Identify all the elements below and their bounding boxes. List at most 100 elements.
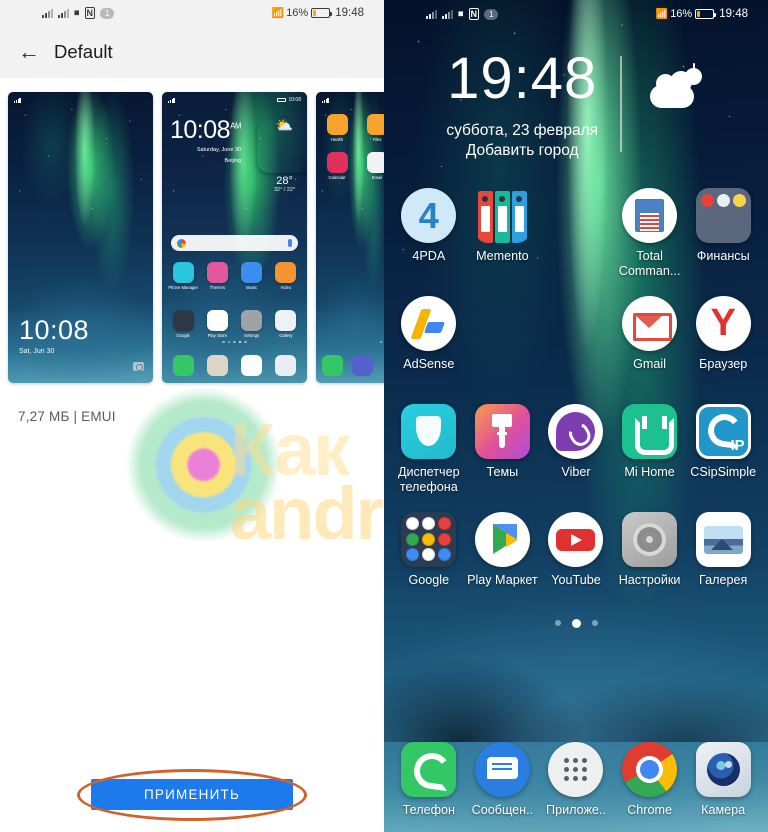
signal-icon bbox=[14, 97, 21, 103]
folder-google[interactable]: Google bbox=[392, 512, 466, 608]
app-memento[interactable]: Memento bbox=[466, 188, 540, 284]
app-label: Files bbox=[372, 137, 382, 142]
app-4pda[interactable]: 4PDA bbox=[392, 188, 466, 284]
app-row: AdSense Gmail Браузер bbox=[392, 296, 760, 392]
preview-app[interactable]: Files bbox=[363, 114, 384, 142]
preview-app[interactable]: Gallery bbox=[271, 310, 301, 338]
preview-dock-icon[interactable] bbox=[172, 355, 194, 376]
app-mi-home[interactable]: Mi Home bbox=[613, 404, 687, 500]
app-yandex-browser[interactable]: Браузер bbox=[686, 296, 760, 392]
preview-dock-icon[interactable] bbox=[206, 355, 228, 376]
apply-button[interactable]: ПРИМЕНИТЬ bbox=[91, 779, 293, 810]
app-label: Браузер bbox=[699, 357, 748, 371]
app-settings[interactable]: Настройки bbox=[613, 512, 687, 608]
app-icon bbox=[172, 310, 194, 331]
app-adsense[interactable]: AdSense bbox=[392, 296, 466, 392]
page-dot[interactable] bbox=[554, 620, 561, 626]
app-icon bbox=[548, 512, 604, 567]
app-csipsimple[interactable]: CSipSimple bbox=[686, 404, 760, 500]
app-icon bbox=[548, 741, 604, 797]
preview-time: 10:08 bbox=[170, 116, 231, 144]
home-screen-panel: ⏹︎ N 1 📶 16% 19:48 19:48 суббота, 23 фев… bbox=[384, 0, 768, 832]
thumbnail-lockscreen[interactable]: 10:08 Sat, Jun 30 bbox=[8, 92, 153, 383]
app-label: Email bbox=[371, 175, 383, 180]
app-icon bbox=[366, 114, 384, 135]
preview-app[interactable]: Music bbox=[237, 262, 267, 290]
thumbnail-homescreen[interactable]: 10:08 10:08AM Saturday, June 30 Beijing bbox=[162, 92, 307, 383]
preview-secondary-apps: Health Files Calendar Email bbox=[323, 114, 384, 180]
preview-app[interactable]: Themes bbox=[202, 262, 232, 290]
preview-app[interactable]: Google bbox=[168, 310, 198, 338]
page-dot[interactable] bbox=[591, 620, 598, 626]
app-label: Темы bbox=[486, 465, 519, 479]
app-icon bbox=[275, 310, 297, 331]
app-label: AdSense bbox=[403, 357, 455, 371]
signal-icon bbox=[426, 9, 437, 19]
app-icon bbox=[548, 404, 604, 459]
app-icon bbox=[622, 741, 678, 797]
app-phone-manager[interactable]: Диспетчер телефона bbox=[392, 404, 466, 500]
app-icon bbox=[622, 404, 678, 459]
preview-app-grid-row2: Google Play Store Settings Gallery bbox=[168, 310, 301, 338]
signal-icon-2 bbox=[58, 8, 69, 18]
preview-dock-icon[interactable] bbox=[241, 355, 263, 376]
preview-search-bar[interactable] bbox=[171, 235, 298, 251]
app-label: 4PDA bbox=[412, 249, 446, 263]
app-gallery[interactable]: Галерея bbox=[686, 512, 760, 608]
add-city-label[interactable]: Добавить город bbox=[446, 142, 598, 160]
dock-chrome[interactable]: Chrome bbox=[613, 741, 687, 818]
preview-app[interactable]: Video bbox=[271, 262, 301, 290]
partly-cloudy-icon: ⛅ bbox=[257, 118, 307, 173]
preview-dock-icon[interactable] bbox=[322, 355, 343, 376]
preview-dock-icon[interactable] bbox=[352, 355, 373, 376]
app-label: Memento bbox=[476, 249, 529, 263]
preview-app[interactable]: Phone Manager bbox=[168, 262, 198, 290]
folder-finance[interactable]: Финансы bbox=[686, 188, 760, 284]
preview-app[interactable]: Settings bbox=[237, 310, 267, 338]
dock: Телефон Сообщен.. Приложе.. Chrome Камера bbox=[392, 741, 760, 818]
clock-widget[interactable]: 19:48 суббота, 23 февраля Добавить город bbox=[384, 50, 768, 160]
preview-app[interactable]: Health bbox=[323, 114, 351, 142]
app-icon bbox=[172, 262, 194, 283]
app-icon bbox=[622, 296, 678, 351]
nfc-icon: N bbox=[468, 8, 479, 20]
battery-icon bbox=[277, 97, 287, 103]
thumbnail-secondary-page[interactable]: Health Files Calendar Email bbox=[316, 92, 384, 383]
app-grid: 4PDA Memento Total Comman... Финансы AdSense… bbox=[384, 188, 768, 608]
left-header: ← Default bbox=[0, 26, 384, 78]
dock-app-drawer[interactable]: Приложе.. bbox=[539, 741, 613, 818]
battery-icon bbox=[695, 9, 717, 19]
app-youtube[interactable]: YouTube bbox=[539, 512, 613, 608]
app-label: Google bbox=[176, 333, 190, 338]
app-themes[interactable]: Темы bbox=[466, 404, 540, 500]
app-gmail[interactable]: Gmail bbox=[613, 296, 687, 392]
thumb-time: 10:08 bbox=[288, 97, 301, 103]
app-icon bbox=[695, 296, 751, 351]
preview-app[interactable]: Calendar bbox=[323, 152, 351, 180]
preview-app-grid-row1: Phone Manager Themes Music Video bbox=[168, 262, 301, 290]
preview-app[interactable]: Play Store bbox=[202, 310, 232, 338]
back-arrow-icon[interactable]: ← bbox=[18, 41, 40, 63]
preview-app[interactable]: Email bbox=[363, 152, 384, 180]
preview-dock-icon[interactable] bbox=[275, 355, 297, 376]
app-label: Play Store bbox=[207, 333, 228, 338]
page-dot bbox=[227, 340, 231, 343]
app-icon bbox=[695, 404, 751, 459]
app-icon bbox=[401, 296, 457, 351]
app-label: Health bbox=[330, 137, 344, 142]
preview-page-dots bbox=[162, 340, 307, 343]
app-total-commander[interactable]: Total Comman... bbox=[613, 188, 687, 284]
camera-icon bbox=[133, 362, 144, 371]
dock-phone[interactable]: Телефон bbox=[392, 741, 466, 818]
thumb-status-bar bbox=[316, 95, 384, 105]
dock-camera[interactable]: Камера bbox=[686, 741, 760, 818]
page-dot[interactable] bbox=[571, 618, 581, 628]
page-dot bbox=[238, 340, 242, 343]
dock-messages[interactable]: Сообщен.. bbox=[466, 741, 540, 818]
app-viber[interactable]: Viber bbox=[539, 404, 613, 500]
app-icon bbox=[622, 512, 678, 567]
preview-clock-widget: 10:08AM Saturday, June 30 Beijing ⛅ 28° … bbox=[170, 116, 299, 194]
app-play-market[interactable]: Play Маркет bbox=[466, 512, 540, 608]
sim-badge: 1 bbox=[484, 8, 499, 20]
app-icon bbox=[695, 741, 751, 797]
